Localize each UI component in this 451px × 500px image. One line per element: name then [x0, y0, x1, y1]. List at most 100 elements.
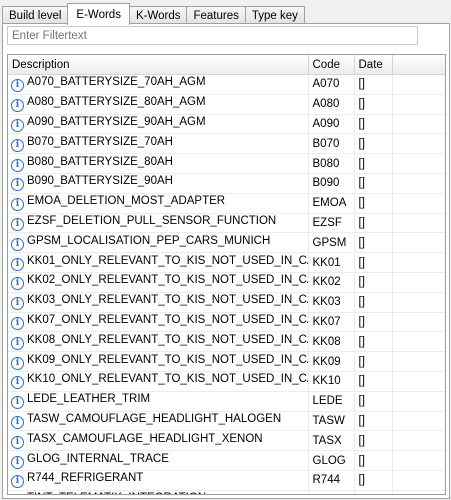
column-header-date[interactable]: Date — [354, 55, 393, 75]
table-row[interactable]: i GLOG_INTERNAL_TRACE GLOG[] — [8, 450, 445, 471]
table-row[interactable]: i LEDE_LEATHER_TRIM LEDE[] — [8, 391, 445, 412]
date-cell: [] — [354, 153, 393, 174]
description-cell: i A080_BATTERYSIZE_80AH_AGM — [8, 94, 309, 115]
info-icon: i — [11, 198, 24, 212]
description-cell: i KK09_ONLY_RELEVANT_TO_KIS_NOT_USED_IN_C… — [8, 351, 309, 372]
table-row[interactable]: i A080_BATTERYSIZE_80AH_AGM A080[] — [8, 94, 445, 115]
filler-cell — [392, 430, 445, 452]
column-header-code[interactable]: Code — [308, 55, 355, 75]
date-cell: [] — [354, 173, 393, 194]
code-cell: A080 — [308, 94, 355, 115]
tab-e-words[interactable]: E-Words — [67, 3, 130, 25]
table-row[interactable]: i KK08_ONLY_RELEVANT_TO_KIS_NOT_USED_IN_C… — [8, 331, 445, 353]
filler-cell — [392, 232, 445, 254]
description-cell: i B070_BATTERYSIZE_70AH — [8, 133, 309, 155]
date-cell: [] — [354, 292, 393, 313]
filler-cell — [392, 470, 445, 491]
filler-cell — [392, 114, 445, 135]
code-cell: A070 — [308, 74, 355, 95]
table-row[interactable]: i KK03_ONLY_RELEVANT_TO_KIS_NOT_USED_IN_C… — [8, 292, 445, 313]
description-text: TINT_TELEMATIK_INTEGRATION — [27, 492, 206, 494]
info-icon: i — [11, 178, 24, 192]
info-icon: i — [11, 336, 24, 350]
info-icon: i — [11, 455, 24, 469]
description-text: LEDE_LEATHER_TRIM — [27, 393, 151, 406]
table-row[interactable]: i KK01_ONLY_RELEVANT_TO_KIS_NOT_USED_IN_C… — [8, 252, 445, 273]
table-row[interactable]: i B090_BATTERYSIZE_90AH B090[] — [8, 173, 445, 194]
description-text: KK02_ONLY_RELEVANT_TO_KIS_NOT_USED_IN_CA… — [27, 274, 308, 287]
description-cell: i B090_BATTERYSIZE_90AH — [8, 173, 309, 194]
tab-panel: Description Code Date iA070_BATTERYSIZE_… — [2, 23, 450, 499]
info-icon: i — [11, 356, 24, 370]
table-row[interactable]: i R744_REFRIGERANT R744[] — [8, 470, 445, 491]
table-row[interactable]: i TASX_CAMOUFLAGE_HEADLIGHT_XENON TASX[] — [8, 430, 445, 452]
info-icon: i — [11, 79, 24, 93]
e-words-window: Build level E-Words K-Words Features Type ke… — [0, 0, 451, 500]
description-text: KK03_ONLY_RELEVANT_TO_KIS_NOT_USED_IN_CA… — [27, 294, 308, 307]
table-row[interactable]: i A090_BATTERYSIZE_90AH_AGM A090[] — [8, 114, 445, 135]
code-cell: B090 — [308, 173, 355, 194]
table-row[interactable]: i KK10_ONLY_RELEVANT_TO_KIS_NOT_USED_IN_C… — [8, 371, 445, 392]
description-text: A080_BATTERYSIZE_80AH_AGM — [27, 96, 206, 109]
column-header-filler — [392, 55, 445, 75]
description-cell: i TASW_CAMOUFLAGE_HEADLIGHT_HALOGEN — [8, 411, 309, 432]
filler-cell — [392, 292, 445, 313]
table-row[interactable]: i A070_BATTERYSIZE_70AH_AGM A070[] — [8, 74, 445, 95]
info-icon: i — [11, 237, 24, 251]
table-row[interactable]: i KK07_ONLY_RELEVANT_TO_KIS_NOT_USED_IN_C… — [8, 312, 445, 333]
table-row[interactable]: i EMOA_DELETION_MOST_ADAPTER EMOA[] — [8, 193, 445, 214]
tab-bar: Build level E-Words K-Words Features Type ke… — [2, 2, 451, 25]
date-cell: [] — [354, 351, 393, 372]
description-cell: i LEDE_LEATHER_TRIM — [8, 391, 309, 412]
tab-features[interactable]: Features — [186, 6, 246, 24]
description-cell: i GPSM_LOCALISATION_PEP_CARS_MUNICH — [8, 232, 309, 254]
code-cell: LEDE — [308, 391, 355, 412]
date-cell: [] — [354, 252, 393, 273]
table-row[interactable]: i TASW_CAMOUFLAGE_HEADLIGHT_HALOGEN TASW[] — [8, 411, 445, 432]
info-icon: i — [11, 217, 24, 231]
description-text: KK08_ONLY_RELEVANT_TO_KIS_NOT_USED_IN_CA… — [27, 333, 308, 346]
code-cell: R744 — [308, 470, 355, 491]
info-icon: i — [11, 158, 24, 172]
date-cell: [] — [354, 193, 393, 214]
filler-cell — [392, 351, 445, 372]
table-row[interactable]: iTINT_TELEMATIK_INTEGRATIONTINT[] — [8, 490, 445, 494]
filter-input[interactable] — [7, 26, 418, 45]
description-text: EMOA_DELETION_MOST_ADAPTER — [27, 195, 226, 208]
filler-cell — [392, 411, 445, 432]
code-cell: EZSF — [308, 213, 355, 234]
description-cell: iTINT_TELEMATIK_INTEGRATION — [8, 490, 309, 494]
date-cell: [] — [354, 490, 393, 494]
description-text: KK07_ONLY_RELEVANT_TO_KIS_NOT_USED_IN_CA… — [27, 313, 308, 326]
info-icon: i — [11, 297, 24, 311]
table-row[interactable]: i KK09_ONLY_RELEVANT_TO_KIS_NOT_USED_IN_C… — [8, 351, 445, 372]
filler-cell — [392, 94, 445, 115]
date-cell: [] — [354, 411, 393, 432]
table-row[interactable]: i B070_BATTERYSIZE_70AH B070[] — [8, 133, 445, 155]
description-text: B090_BATTERYSIZE_90AH — [27, 175, 173, 188]
table-row[interactable]: i B080_BATTERYSIZE_80AH B080[] — [8, 153, 445, 174]
column-header-description[interactable]: Description — [8, 55, 309, 75]
code-cell: A090 — [308, 114, 355, 135]
tab-build-level[interactable]: Build level — [2, 6, 69, 24]
tab-k-words[interactable]: K-Words — [128, 6, 188, 24]
date-cell: [] — [354, 371, 393, 392]
description-cell: i GLOG_INTERNAL_TRACE — [8, 450, 309, 471]
description-cell: i EZSF_DELETION_PULL_SENSOR_FUNCTION — [8, 213, 309, 234]
info-icon: i — [11, 138, 24, 152]
table-row[interactable]: i GPSM_LOCALISATION_PEP_CARS_MUNICH GPSM[] — [8, 232, 445, 254]
code-cell: TINT — [308, 490, 355, 494]
info-icon: i — [11, 99, 24, 113]
e-words-table: Description Code Date i A070_BATTERYSIZE_… — [7, 54, 446, 495]
date-cell: [] — [354, 74, 393, 95]
code-cell: KK01 — [308, 252, 355, 273]
description-cell: i A070_BATTERYSIZE_70AH_AGM — [8, 74, 309, 95]
table-row[interactable]: i EZSF_DELETION_PULL_SENSOR_FUNCTION EZSF[… — [8, 213, 445, 234]
description-cell: i KK03_ONLY_RELEVANT_TO_KIS_NOT_USED_IN_C… — [8, 292, 309, 313]
description-cell: i KK08_ONLY_RELEVANT_TO_KIS_NOT_USED_IN_C… — [8, 331, 309, 353]
tab-type-key[interactable]: Type key — [244, 6, 305, 24]
table-row[interactable]: i KK02_ONLY_RELEVANT_TO_KIS_NOT_USED_IN_C… — [8, 272, 445, 293]
info-icon: i — [11, 277, 24, 291]
filler-cell — [392, 490, 445, 494]
table-header-row: Description Code Date — [8, 55, 445, 75]
